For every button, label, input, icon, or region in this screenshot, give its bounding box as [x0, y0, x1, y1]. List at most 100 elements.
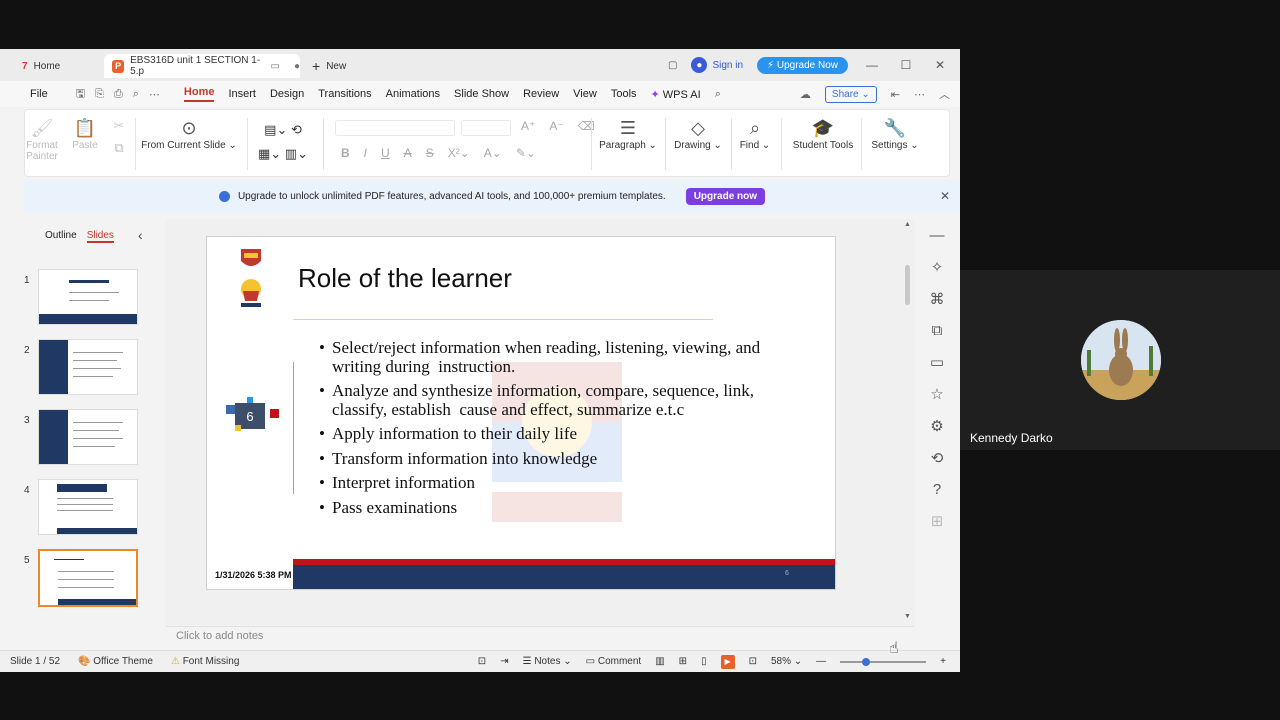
menu-wps-ai[interactable]: ✦ WPS AI	[651, 88, 701, 101]
slide-thumbnail-5[interactable]	[38, 549, 138, 607]
zoom-slider[interactable]	[840, 657, 927, 666]
chevron-left-icon[interactable]: ‹	[138, 227, 143, 243]
upgrade-now-banner-button[interactable]: Upgrade now	[685, 187, 766, 205]
find-button[interactable]: ⌕ Find ⌄	[737, 118, 773, 151]
menu-home[interactable]: Home	[183, 86, 215, 102]
fit-window-icon[interactable]: ⊡	[749, 656, 757, 667]
strikethrough-icon[interactable]: A	[404, 146, 412, 160]
scroll-up-icon[interactable]: ▲	[904, 221, 911, 228]
decor-square	[235, 425, 241, 431]
tab-document[interactable]: P EBS316D unit 1 SECTION 1-5.p ▭ ●	[104, 54, 300, 78]
minus-icon[interactable]: —	[930, 227, 945, 244]
bold-icon[interactable]: B	[341, 146, 350, 160]
notes-field[interactable]: Click to add notes	[166, 626, 914, 648]
menu-transitions[interactable]: Transitions	[318, 88, 371, 100]
collapse-ribbon-icon[interactable]: ⇤	[891, 88, 900, 101]
menu-slide-show[interactable]: Slide Show	[454, 88, 509, 100]
theme-indicator[interactable]: 🎨 Office Theme	[78, 656, 153, 667]
star-icon[interactable]: ☆	[930, 385, 943, 403]
scroll-down-icon[interactable]: ▼	[904, 613, 911, 620]
paragraph-button[interactable]: ☰ Paragraph ⌄	[599, 118, 657, 151]
tab-home[interactable]: 7 Home	[22, 54, 100, 78]
zoom-slider-knob[interactable]	[862, 657, 871, 666]
cut-copy-group[interactable]: ✂ ⧉	[109, 118, 129, 156]
sign-in-button[interactable]: ● Sign in	[691, 57, 743, 73]
font-size-field[interactable]	[461, 120, 511, 136]
clear-format-icon[interactable]: ⌫	[578, 119, 595, 133]
comment-toggle[interactable]: ▭ Comment	[586, 656, 642, 667]
participant-video-tile[interactable]: Kennedy Darko	[960, 270, 1280, 450]
highlight-icon[interactable]: ✎⌄	[516, 146, 536, 160]
student-tools-button[interactable]: 🎓 Student Tools	[791, 118, 855, 151]
slide-thumbnail-3[interactable]	[38, 409, 138, 465]
cloud-sync-icon[interactable]: ☁	[800, 88, 811, 101]
maximize-icon[interactable]: ☐	[896, 58, 916, 72]
slide-sorter-icon[interactable]: ⊞	[679, 656, 687, 667]
notes-toggle[interactable]: ☰ Notes ⌄	[523, 656, 572, 667]
backup-icon[interactable]: ⊡	[478, 656, 486, 667]
slides-copy-icon[interactable]: ⧉	[932, 322, 943, 339]
menu-animations[interactable]: Animations	[386, 88, 440, 100]
export-icon[interactable]: ⇥	[500, 656, 508, 667]
underline-icon[interactable]: U	[381, 146, 390, 160]
current-slide[interactable]: Role of the learner 6 Select/reject info…	[206, 236, 836, 590]
ribbon-divider	[591, 118, 592, 170]
slide-thumbnail-2[interactable]	[38, 339, 138, 395]
minimize-icon[interactable]: —	[862, 58, 882, 72]
history-icon[interactable]: ⟲	[931, 449, 944, 467]
menu-view[interactable]: View	[573, 88, 597, 100]
more-icon[interactable]: ⋯	[149, 88, 160, 101]
layout-tools[interactable]: ▤⌄ ⟲ ▦⌄ ▥⌄	[257, 118, 309, 166]
increase-font-icon[interactable]: A⁺	[521, 119, 535, 133]
file-menu[interactable]: File	[30, 88, 48, 100]
paste-button[interactable]: 📋 Paste	[65, 118, 105, 151]
from-current-slide-button[interactable]: ⊙ From Current Slide ⌄	[141, 118, 237, 151]
slide-title: Role of the learner	[298, 263, 512, 293]
upgrade-now-button[interactable]: ⚡ Upgrade Now	[757, 56, 848, 74]
menu-review[interactable]: Review	[523, 88, 559, 100]
settings-button[interactable]: 🔧 Settings ⌄	[869, 118, 921, 151]
menu-tools[interactable]: Tools	[611, 88, 637, 100]
tab-new[interactable]: + New	[312, 54, 346, 78]
search-icon[interactable]: ⌕	[715, 88, 721, 101]
design-tools-icon[interactable]: ✧	[931, 258, 944, 276]
menu-insert[interactable]: Insert	[228, 88, 256, 100]
shape-magic-icon[interactable]: ⌘	[930, 290, 945, 308]
menu-design[interactable]: Design	[270, 88, 304, 100]
slideshow-play-icon[interactable]: ▶	[720, 654, 735, 669]
grid-icon[interactable]: ⊞	[931, 512, 944, 530]
properties-icon[interactable]: ⚙	[930, 417, 943, 435]
superscript-icon[interactable]: X²⌄	[448, 146, 470, 160]
slide-thumbnail-4[interactable]	[38, 479, 138, 535]
overflow-icon[interactable]: ⋯	[914, 88, 925, 101]
print-preview-icon[interactable]: ⌕	[133, 88, 139, 101]
font-color-icon[interactable]: A⌄	[484, 146, 502, 160]
print-icon[interactable]: ⎙	[114, 88, 123, 101]
zoom-in-icon[interactable]: +	[940, 656, 946, 667]
italic-icon[interactable]: I	[364, 146, 367, 160]
font-name-field[interactable]	[335, 120, 455, 136]
normal-view-icon[interactable]: ▥	[655, 656, 664, 667]
tab-slides[interactable]: Slides	[86, 230, 114, 243]
window-layout-icon[interactable]: ▢	[668, 60, 677, 71]
slide-thumbnail-1[interactable]	[38, 269, 138, 325]
scrollbar-thumb[interactable]	[905, 265, 910, 305]
chevron-up-icon[interactable]: ︿	[939, 86, 950, 102]
strike-s-icon[interactable]: S	[426, 146, 434, 160]
tab-outline[interactable]: Outline	[45, 230, 77, 243]
format-painter-button[interactable]: 🖌 Format Painter	[25, 118, 59, 162]
comment-icon[interactable]: ▭	[930, 353, 944, 371]
close-icon[interactable]: ✕	[930, 58, 950, 72]
share-button[interactable]: Share ⌄	[824, 85, 877, 103]
font-missing-indicator[interactable]: ⚠ Font Missing	[171, 656, 239, 667]
drawing-button[interactable]: ◇ Drawing ⌄	[673, 118, 723, 151]
help-icon[interactable]: ?	[933, 481, 941, 498]
decrease-font-icon[interactable]: A⁻	[549, 119, 563, 133]
close-banner-icon[interactable]: ✕	[940, 189, 950, 203]
reading-view-icon[interactable]: ▯	[701, 656, 707, 667]
zoom-out-icon[interactable]: —	[816, 656, 826, 667]
save-icon[interactable]: 🖫	[76, 85, 85, 104]
vertical-scrollbar[interactable]: ▲ ▼	[902, 219, 914, 625]
export-icon[interactable]: ⎘	[95, 88, 104, 101]
zoom-level[interactable]: 58% ⌄	[771, 656, 802, 667]
